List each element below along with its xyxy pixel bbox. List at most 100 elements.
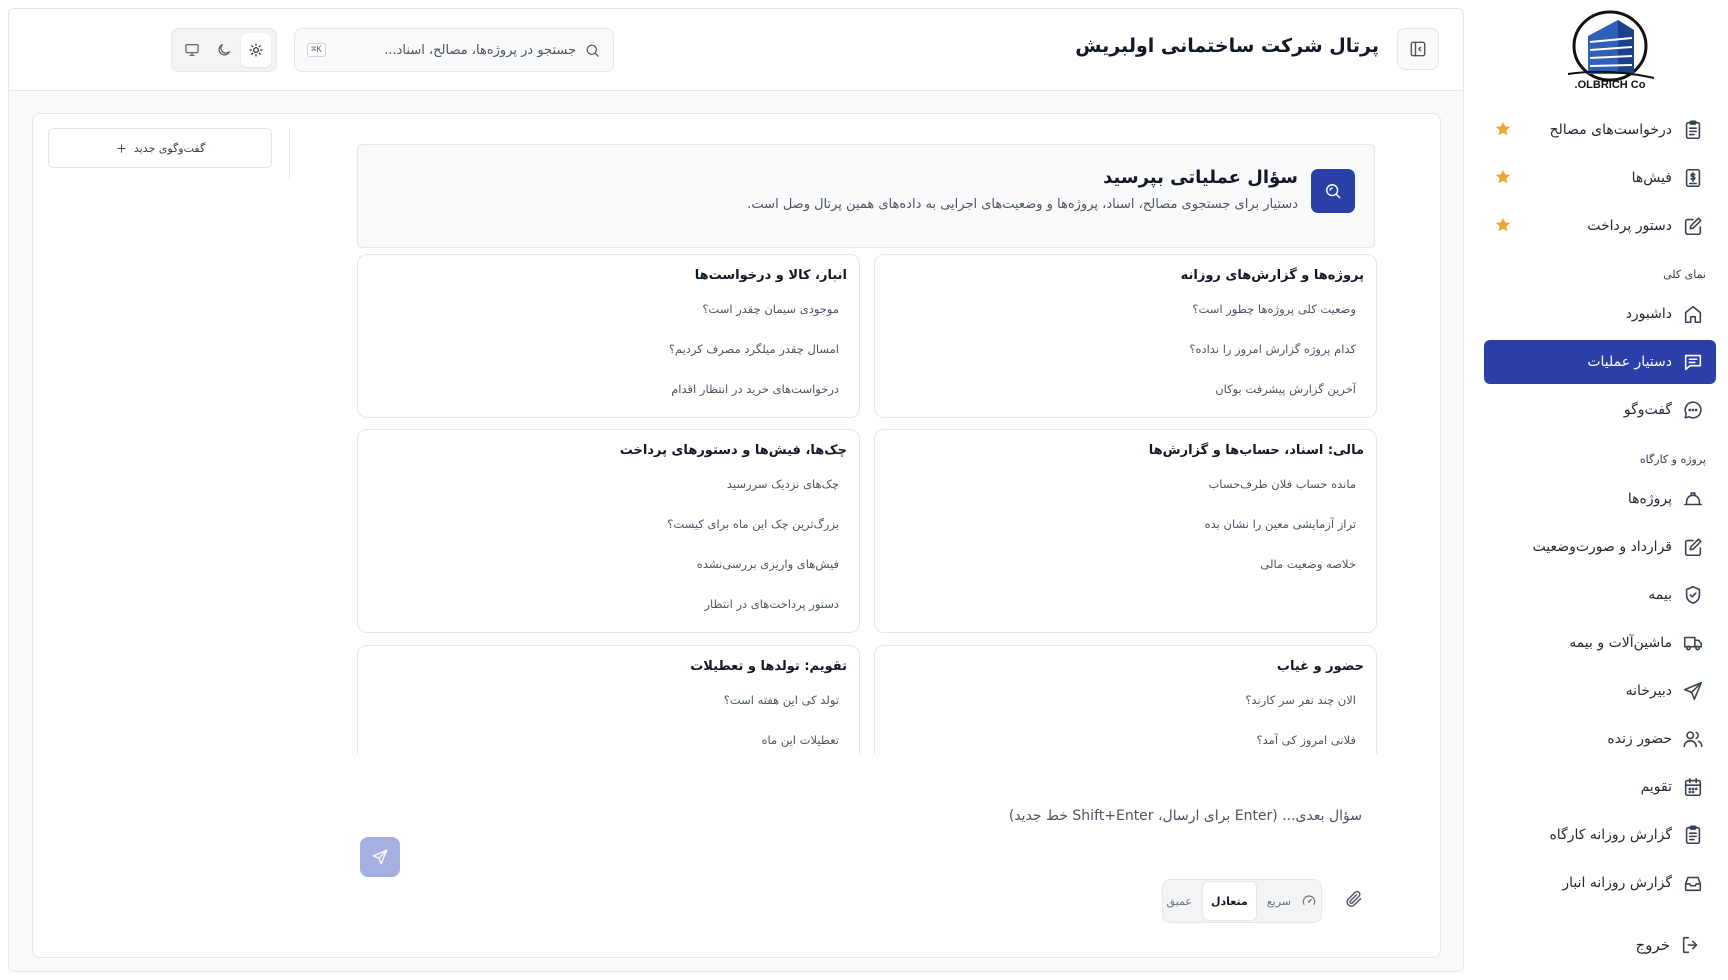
send-icon <box>371 848 389 866</box>
search-input[interactable]: جستجو در پروژه‌ها، مصالح، اسناد... <box>334 43 576 58</box>
suggestion-card: انبار، کالا و درخواست‌ها موجودی سیمان چق… <box>357 254 860 418</box>
sidebar-item-live-attendance[interactable]: حضور زنده <box>1484 717 1716 761</box>
suggested-question[interactable]: فلانی امروز کی آمد؟ <box>1257 733 1356 747</box>
suggested-question[interactable]: فیش‌های واریزی بررسی‌نشده <box>697 557 839 571</box>
card-title: مالی: اسناد، حساب‌ها و گزارش‌ها <box>1148 443 1364 458</box>
sidebar-item-label: قرارداد و صورت‌وضعیت <box>1532 539 1672 555</box>
clipboard-icon <box>1682 824 1704 846</box>
send-button[interactable] <box>360 837 400 877</box>
suggestion-card: پروژه‌ها و گزارش‌های روزانه وضعیت کلی پر… <box>874 254 1377 418</box>
mode-deep-button[interactable]: عمیق <box>1159 881 1200 921</box>
suggested-question[interactable]: بزرگ‌ترین چک این ماه برای کیست؟ <box>667 517 839 531</box>
page-title: پرتال شرکت ساختمانی اولبریش <box>1075 35 1379 57</box>
sidebar-item-insurance[interactable]: بیمه <box>1484 573 1716 617</box>
calendar-icon <box>1682 776 1704 798</box>
intro-description: دستیار برای جستجوی مصالح، اسناد، پروژه‌ه… <box>747 197 1298 212</box>
sidebar-item-label: گزارش روزانه کارگاه <box>1549 827 1672 843</box>
suggested-question[interactable]: درخواست‌های خرید در انتظار اقدام <box>671 382 839 396</box>
sidebar-item-label: تقویم <box>1640 779 1672 795</box>
home-icon <box>1682 303 1704 325</box>
sidebar-item-label: بیمه <box>1648 587 1672 603</box>
sidebar-item-warehouse-daily-report[interactable]: گزارش روزانه انبار <box>1484 861 1716 905</box>
pen-square-icon <box>1682 215 1704 237</box>
clipboard-icon <box>1682 119 1704 141</box>
mode-fast-button[interactable]: سریع <box>1259 881 1299 921</box>
new-conversation-button[interactable]: گفت‌وگوی جدید <box>48 128 272 168</box>
logo-wordmark: OLBRICH Co. <box>1575 79 1646 91</box>
monitor-icon <box>184 42 200 58</box>
theme-dark-button[interactable] <box>209 33 239 67</box>
suggested-question[interactable]: چک‌های نزدیک سررسید <box>727 477 839 491</box>
suggested-question[interactable]: وضعیت کلی پروژه‌ها چطور است؟ <box>1192 302 1356 316</box>
sidebar-item-receipts[interactable]: فیش‌ها <box>1484 156 1716 200</box>
sidebar-item-label: ماشین‌آلات و بیمه <box>1569 635 1672 651</box>
suggested-question[interactable]: آخرین گزارش پیشرفت بوکان <box>1215 382 1356 396</box>
suggested-question[interactable]: موجودی سیمان چقدر است؟ <box>702 302 839 316</box>
message-input[interactable] <box>542 804 1362 828</box>
suggestion-card: تقویم: تولدها و تعطیلات تولد کی این هفته… <box>357 645 860 754</box>
theme-system-button[interactable] <box>177 33 207 67</box>
sidebar-item-calendar[interactable]: تقویم <box>1484 765 1716 809</box>
suggestion-card: مالی: اسناد، حساب‌ها و گزارش‌ها مانده حس… <box>874 429 1377 633</box>
sidebar-item-label: داشبورد <box>1625 306 1672 322</box>
sidebar-item-payment-order[interactable]: دستور پرداخت <box>1484 204 1716 248</box>
suggested-question[interactable]: کدام پروژه گزارش امروز را نداده؟ <box>1189 342 1356 356</box>
logout-icon <box>1680 934 1702 956</box>
suggested-question[interactable]: خلاصه وضعیت مالی <box>1260 557 1356 571</box>
suggested-question[interactable]: تعطیلات این ماه <box>762 733 840 747</box>
sidebar-item-label: گفت‌وگو <box>1623 402 1672 418</box>
search-shortcut-badge: K⌘ <box>307 43 326 57</box>
sidebar-toggle-button[interactable] <box>1397 28 1439 70</box>
main-panel: پرتال شرکت ساختمانی اولبریش جستجو در پرو… <box>8 8 1464 972</box>
gauge-icon <box>1301 890 1317 912</box>
paperclip-icon <box>1342 889 1364 909</box>
suggested-question[interactable]: مانده حساب فلان طرف‌حساب <box>1208 477 1356 491</box>
sidebar-item-label: دستیار عملیات <box>1587 354 1672 370</box>
mode-balanced-button[interactable]: متعادل <box>1201 881 1257 921</box>
theme-switcher <box>171 28 277 72</box>
search-icon <box>584 42 601 59</box>
sidebar: OLBRICH Co. درخواست‌های مصالح فیش‌ها دست… <box>1480 0 1728 980</box>
inbox-icon <box>1682 872 1704 894</box>
chat-bubble-icon <box>1682 399 1704 421</box>
suggested-question[interactable]: الان چند نفر سر کارند؟ <box>1245 693 1356 707</box>
suggested-question[interactable]: دستور پرداخت‌های در انتظار <box>704 597 839 611</box>
hardhat-icon <box>1682 488 1704 510</box>
card-title: تقویم: تولدها و تعطیلات <box>690 659 847 674</box>
card-title: انبار، کالا و درخواست‌ها <box>694 268 847 283</box>
shield-check-icon <box>1682 584 1704 606</box>
sidebar-item-material-requests[interactable]: درخواست‌های مصالح <box>1484 108 1716 152</box>
suggested-question[interactable]: تولد کی این هفته است؟ <box>724 693 839 707</box>
sidebar-item-machinery[interactable]: ماشین‌آلات و بیمه <box>1484 621 1716 665</box>
suggested-question[interactable]: امسال چقدر میلگرد مصرف کردیم؟ <box>669 342 839 356</box>
theme-light-button[interactable] <box>241 33 271 67</box>
sidebar-item-chat[interactable]: گفت‌وگو <box>1484 388 1716 432</box>
section-label-overview: نمای کلی <box>1663 268 1706 281</box>
sidebar-item-projects[interactable]: پروژه‌ها <box>1484 477 1716 521</box>
suggestion-card: حضور و غیاب الان چند نفر سر کارند؟ فلانی… <box>874 645 1377 754</box>
attach-button[interactable] <box>1342 889 1364 911</box>
chat-lines-icon <box>1682 351 1704 373</box>
sidebar-item-contracts[interactable]: قرارداد و صورت‌وضعیت <box>1484 525 1716 569</box>
favorite-star-icon[interactable] <box>1494 216 1512 234</box>
suggested-question[interactable]: تراز آزمایشی معین را نشان بده <box>1205 517 1356 531</box>
card-title: چک‌ها، فیش‌ها و دستورهای پرداخت <box>619 443 847 458</box>
receipt-dollar-icon <box>1682 167 1704 189</box>
suggestion-card: چک‌ها، فیش‌ها و دستورهای پرداخت چک‌های ن… <box>357 429 860 633</box>
users-icon <box>1682 728 1704 750</box>
intro-banner: سؤال عملیاتی بپرسید دستیار برای جستجوی م… <box>357 144 1375 248</box>
company-logo[interactable]: OLBRICH Co. <box>1562 8 1658 92</box>
sidebar-item-label: دستور پرداخت <box>1587 218 1672 234</box>
truck-icon <box>1682 632 1704 654</box>
global-search[interactable]: جستجو در پروژه‌ها، مصالح، اسناد... K⌘ <box>294 28 614 72</box>
logout-button[interactable]: خروج <box>1636 930 1716 960</box>
favorite-star-icon[interactable] <box>1494 120 1512 138</box>
sidebar-item-operations-assistant[interactable]: دستیار عملیات <box>1484 340 1716 384</box>
favorite-star-icon[interactable] <box>1494 168 1512 186</box>
sun-icon <box>248 42 264 58</box>
sidebar-item-secretariat[interactable]: دبیرخانه <box>1484 669 1716 713</box>
sidebar-item-site-daily-report[interactable]: گزارش روزانه کارگاه <box>1484 813 1716 857</box>
conversation-list: گفت‌وگوی جدید <box>33 114 289 957</box>
assistant-panel: گفت‌وگوی جدید سؤال عملیاتی بپرسید دستیار… <box>32 113 1441 958</box>
sidebar-item-dashboard[interactable]: داشبورد <box>1484 292 1716 336</box>
